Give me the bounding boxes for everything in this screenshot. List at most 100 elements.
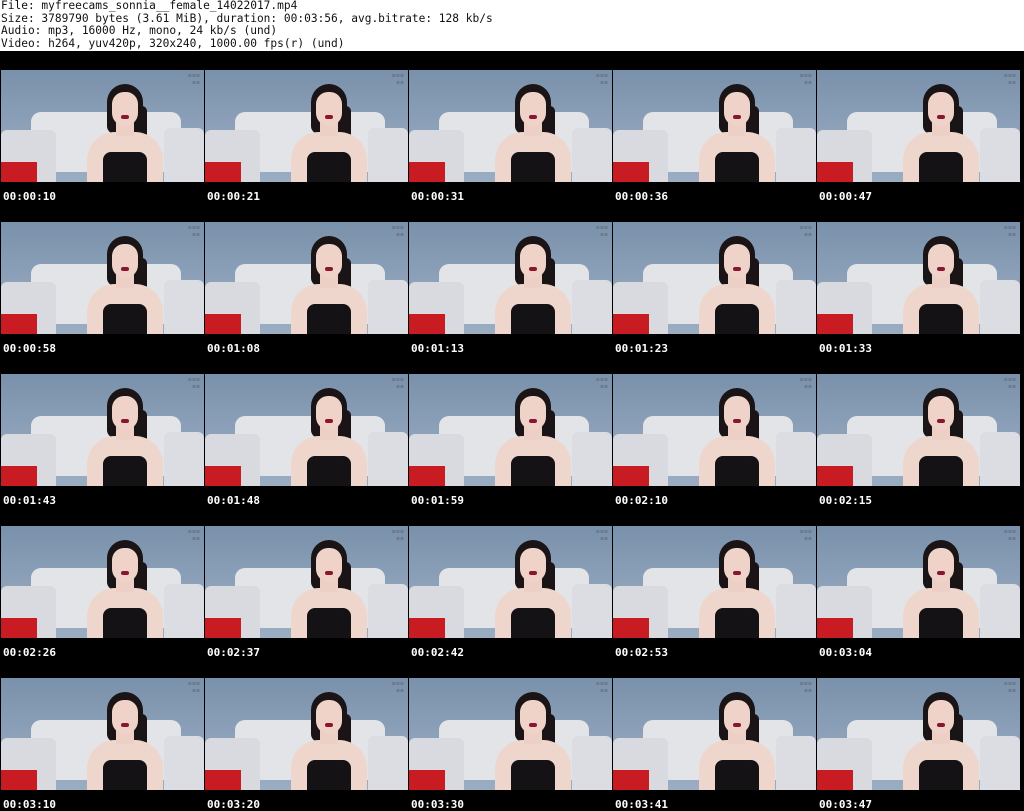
red-cushion (409, 314, 445, 334)
lips (733, 571, 741, 575)
video-frame-thumbnail: ▪▪▪ ▪▪ (409, 222, 612, 334)
video-frame-thumbnail: ▪▪▪ ▪▪ (1, 70, 204, 182)
video-frame-thumbnail: ▪▪▪ ▪▪ (409, 374, 612, 486)
video-frame-thumbnail: ▪▪▪ ▪▪ (205, 526, 408, 638)
person-figure (901, 236, 981, 334)
person-figure (289, 692, 369, 790)
video-frame-thumbnail: ▪▪▪ ▪▪ (817, 678, 1020, 790)
face (928, 244, 954, 278)
video-frame-thumbnail: ▪▪▪ ▪▪ (613, 526, 816, 638)
file-info-header: File: myfreecams_sonnia__female_14022017… (0, 0, 1024, 51)
lips (325, 723, 333, 727)
red-cushion (1, 770, 37, 790)
timestamp-label: 00:00:58 (3, 342, 56, 355)
thumbnail-cell: ▪▪▪ ▪▪ 00:02:37 (204, 507, 408, 659)
watermark-logo: ▪▪▪ ▪▪ (187, 72, 200, 86)
red-cushion (205, 466, 241, 486)
video-frame-thumbnail: ▪▪▪ ▪▪ (1, 526, 204, 638)
video-frame-thumbnail: ▪▪▪ ▪▪ (409, 526, 612, 638)
face (724, 244, 750, 278)
thumbnail-cell: ▪▪▪ ▪▪ 00:03:30 (408, 659, 612, 811)
lips (937, 571, 945, 575)
person-figure (289, 388, 369, 486)
lips (529, 571, 537, 575)
timestamp-label: 00:00:36 (615, 190, 668, 203)
video-frame-thumbnail: ▪▪▪ ▪▪ (613, 70, 816, 182)
red-cushion (613, 770, 649, 790)
watermark-logo: ▪▪▪ ▪▪ (187, 376, 200, 390)
watermark-logo: ▪▪▪ ▪▪ (595, 680, 608, 694)
video-frame-thumbnail: ▪▪▪ ▪▪ (613, 222, 816, 334)
red-cushion (205, 314, 241, 334)
black-top (103, 152, 147, 182)
thumbnail-cell: ▪▪▪ ▪▪ 00:03:04 (816, 507, 1020, 659)
sofa-arm (776, 736, 816, 790)
video-frame-thumbnail: ▪▪▪ ▪▪ (613, 678, 816, 790)
black-top (103, 760, 147, 790)
timestamp-label: 00:02:26 (3, 646, 56, 659)
sofa-arm (980, 280, 1020, 334)
face (724, 92, 750, 126)
video-frame-thumbnail: ▪▪▪ ▪▪ (205, 374, 408, 486)
red-cushion (817, 770, 853, 790)
watermark-logo: ▪▪▪ ▪▪ (1003, 376, 1016, 390)
red-cushion (409, 466, 445, 486)
face (316, 548, 342, 582)
face (316, 396, 342, 430)
watermark-logo: ▪▪▪ ▪▪ (595, 376, 608, 390)
sofa-arm (164, 128, 204, 182)
thumbnail-cell: ▪▪▪ ▪▪ 00:01:33 (816, 203, 1020, 355)
watermark-logo: ▪▪▪ ▪▪ (1003, 224, 1016, 238)
person-figure (85, 388, 165, 486)
video-frame-thumbnail: ▪▪▪ ▪▪ (205, 678, 408, 790)
person-figure (901, 388, 981, 486)
red-cushion (205, 162, 241, 182)
thumbnail-cell: ▪▪▪ ▪▪ 00:01:59 (408, 355, 612, 507)
lips (121, 115, 129, 119)
video-frame-thumbnail: ▪▪▪ ▪▪ (205, 70, 408, 182)
person-figure (289, 84, 369, 182)
sofa-arm (368, 584, 408, 638)
watermark-logo: ▪▪▪ ▪▪ (391, 376, 404, 390)
face (928, 92, 954, 126)
face (520, 700, 546, 734)
face (316, 244, 342, 278)
video-frame-thumbnail: ▪▪▪ ▪▪ (817, 526, 1020, 638)
sofa-arm (368, 432, 408, 486)
sofa-arm (368, 280, 408, 334)
video-frame-thumbnail: ▪▪▪ ▪▪ (817, 374, 1020, 486)
timestamp-label: 00:03:30 (411, 798, 464, 811)
thumbnail-cell: ▪▪▪ ▪▪ 00:00:31 (408, 51, 612, 203)
red-cushion (205, 618, 241, 638)
timestamp-label: 00:02:42 (411, 646, 464, 659)
person-figure (289, 540, 369, 638)
red-cushion (409, 770, 445, 790)
black-top (715, 608, 759, 638)
thumbnail-cell: ▪▪▪ ▪▪ 00:01:08 (204, 203, 408, 355)
lips (325, 115, 333, 119)
black-top (715, 760, 759, 790)
thumbnail-cell: ▪▪▪ ▪▪ 00:00:58 (0, 203, 204, 355)
black-top (307, 456, 351, 486)
watermark-logo: ▪▪▪ ▪▪ (391, 224, 404, 238)
thumbnail-cell: ▪▪▪ ▪▪ 00:01:48 (204, 355, 408, 507)
watermark-logo: ▪▪▪ ▪▪ (1003, 680, 1016, 694)
timestamp-label: 00:01:59 (411, 494, 464, 507)
person-figure (85, 236, 165, 334)
black-top (919, 456, 963, 486)
timestamp-label: 00:01:13 (411, 342, 464, 355)
person-figure (85, 540, 165, 638)
watermark-logo: ▪▪▪ ▪▪ (799, 376, 812, 390)
thumbnail-cell: ▪▪▪ ▪▪ 00:00:47 (816, 51, 1020, 203)
sofa-arm (572, 432, 612, 486)
lips (529, 115, 537, 119)
watermark-logo: ▪▪▪ ▪▪ (595, 72, 608, 86)
thumbnail-cell: ▪▪▪ ▪▪ 00:02:10 (612, 355, 816, 507)
red-cushion (817, 162, 853, 182)
timestamp-label: 00:00:21 (207, 190, 260, 203)
black-top (511, 608, 555, 638)
watermark-logo: ▪▪▪ ▪▪ (391, 680, 404, 694)
timestamp-label: 00:00:47 (819, 190, 872, 203)
red-cushion (1, 162, 37, 182)
black-top (511, 456, 555, 486)
